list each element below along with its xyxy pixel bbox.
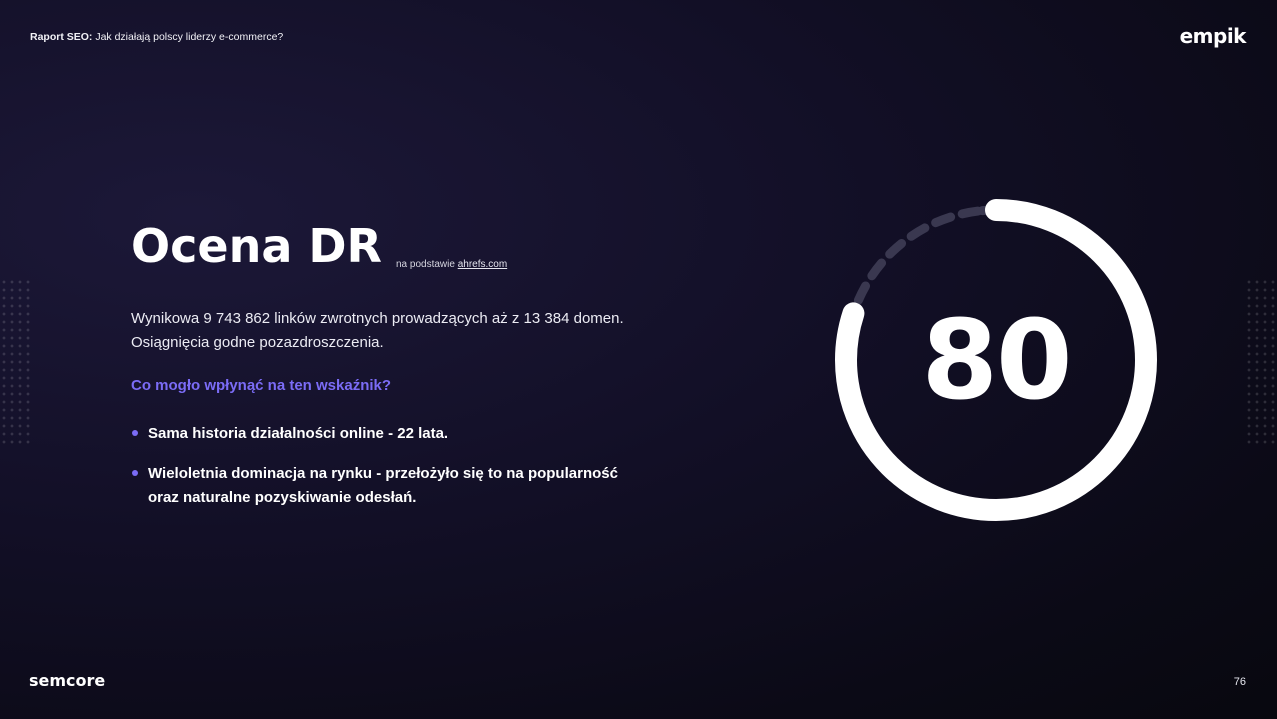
page-title: Ocena DR xyxy=(131,219,382,273)
list-item: Sama historia działalności online - 22 l… xyxy=(131,422,651,446)
bullet-text: Wieloletnia dominacja na rynku - przełoż… xyxy=(148,465,618,482)
page-number: 76 xyxy=(1233,676,1246,688)
source-note-prefix: na podstawie xyxy=(395,259,458,270)
list-item: Wieloletnia dominacja na rynku - przełoż… xyxy=(131,462,651,510)
report-title-bold: Raport SEO: xyxy=(30,31,93,43)
title-row: Ocena DR na podstawie ahrefs.com xyxy=(131,218,507,274)
source-link[interactable]: ahrefs.com xyxy=(458,259,507,270)
bullet-text: Sama historia działalności online - 22 l… xyxy=(148,425,449,442)
question-heading: Co mogło wpłynąć na ten wskaźnik? xyxy=(131,377,392,394)
description-line-1: Wynikowa 9 743 862 linków zwrotnych prow… xyxy=(131,310,624,327)
description-line-2: Osiągnięcia godne pozazdroszczenia. xyxy=(131,334,384,351)
source-note: na podstawie ahrefs.com xyxy=(396,259,507,270)
bullet-dot-icon xyxy=(132,430,138,436)
decorative-dots-right xyxy=(1245,278,1277,444)
description: Wynikowa 9 743 862 linków zwrotnych prow… xyxy=(131,307,691,355)
decorative-dots-left xyxy=(0,278,32,444)
bullet-text-continuation: oraz naturalne pozyskiwanie odesłań. xyxy=(148,489,417,506)
report-title-rest: Jak działają polscy liderzy e-commerce? xyxy=(92,31,284,43)
bullet-list: Sama historia działalności online - 22 l… xyxy=(131,422,651,526)
empik-logo: empik xyxy=(1179,24,1247,48)
semcore-logo: semcore xyxy=(29,671,106,690)
bullet-dot-icon xyxy=(132,470,138,476)
report-title: Raport SEO: Jak działają polscy liderzy … xyxy=(30,31,283,43)
dr-score-value: 80 xyxy=(921,296,1072,424)
